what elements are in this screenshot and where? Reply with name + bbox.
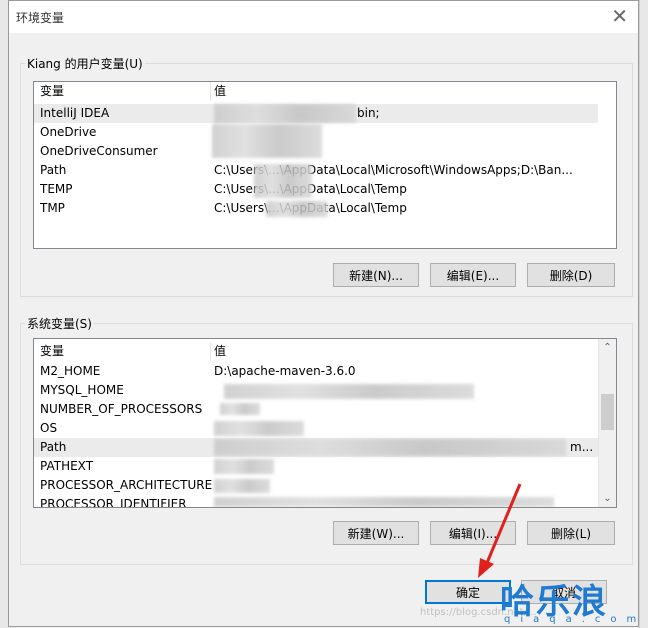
redacted-value [220,403,260,415]
variable-name: OneDriveConsumer [40,144,158,158]
system-variables-legend: 系统变量(S) [27,317,92,331]
system-delete-button[interactable]: 删除(L) [527,521,615,545]
variable-name: TEMP [40,182,73,196]
redacted-value [214,439,566,456]
column-header-variable[interactable]: 变量 [40,82,64,101]
variable-name: Path [40,440,67,454]
redacted-value [214,479,270,493]
table-row[interactable]: Path C:\Users\...\AppData\Local\Microsof… [34,161,598,180]
variable-name: OS [40,421,58,435]
vertical-scrollbar[interactable]: ⌃ ⌄ [598,339,616,507]
close-icon[interactable]: ✕ [611,5,628,27]
watermark-domain: qiaqa.com [504,614,647,625]
redacted-value [266,201,328,217]
user-delete-button[interactable]: 删除(D) [527,263,615,287]
redacted-value [212,124,322,158]
user-variables-list[interactable]: 变量 值 IntelliJ IDEA bin; OneDrive OneDriv… [33,81,617,249]
table-row[interactable]: OS [34,419,598,438]
list-header[interactable]: 变量 值 [34,82,598,101]
table-row[interactable]: PATHEXT [34,457,598,476]
redacted-value [214,421,304,436]
redacted-value [254,164,312,198]
column-header-value[interactable]: 值 [214,342,226,361]
user-variables-legend: Kiang 的用户变量(U) [27,57,143,71]
dialog-title: 环境变量 [16,11,65,25]
variable-name: TMP [40,201,65,215]
column-divider[interactable] [210,82,211,101]
variable-name: OneDrive [40,125,97,139]
variable-name: MYSQL_HOME [40,383,124,397]
table-row[interactable]: M2_HOME D:\apache-maven-3.6.0 [34,362,598,381]
list-header[interactable]: 变量 值 [34,342,598,361]
variable-value: D:\apache-maven-3.6.0 [214,364,356,378]
scrollbar-thumb[interactable] [601,394,614,430]
variable-name: PATHEXT [40,459,94,473]
variable-name: IntelliJ IDEA [40,106,110,120]
redacted-value [214,104,356,123]
title-bar: 环境变量 ✕ [9,1,638,33]
variable-name: PROCESSOR_ARCHITECTURE [40,478,213,492]
background-window-edge-right [639,0,648,628]
column-header-variable[interactable]: 变量 [40,342,64,361]
variable-name: Path [40,163,67,177]
ok-button[interactable]: 确定 [425,580,511,604]
variable-name: PROCESSOR_IDENTIFIER [40,497,187,508]
redacted-value [224,384,474,399]
redacted-value [214,459,274,474]
system-new-button[interactable]: 新建(W)... [333,521,419,545]
table-row[interactable]: TEMP C:\Users\...\AppData\Local\Temp [34,180,598,199]
user-edit-button[interactable]: 编辑(E)... [430,263,516,287]
variable-value: m... [570,440,594,454]
column-header-value[interactable]: 值 [214,82,226,101]
annotation-arrow-icon [478,483,522,578]
variable-value: bin; [357,106,380,120]
table-row[interactable]: NUMBER_OF_PROCESSORS [34,400,598,419]
env-vars-dialog: 环境变量 ✕ Kiang 的用户变量(U) 变量 值 IntelliJ IDEA… [8,0,639,627]
variable-name: NUMBER_OF_PROCESSORS [40,402,203,416]
variable-name: M2_HOME [40,364,101,378]
scroll-down-arrow-icon[interactable]: ⌄ [599,490,616,507]
column-divider[interactable] [210,342,211,361]
watermark-logo: 哈乐浪 qiaqa.com [500,574,648,628]
user-new-button[interactable]: 新建(N)... [333,263,419,287]
scroll-up-arrow-icon[interactable]: ⌃ [599,339,616,356]
